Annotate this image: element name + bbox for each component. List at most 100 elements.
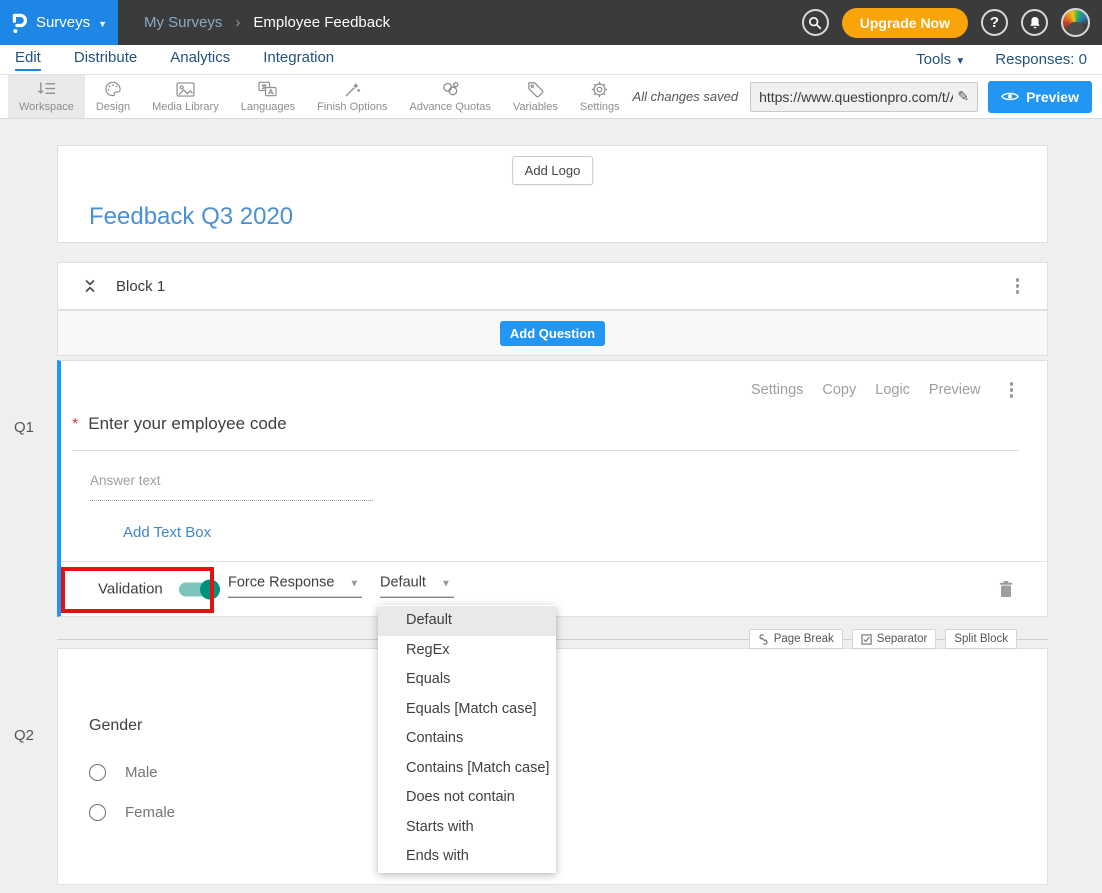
bell-icon <box>1028 16 1042 30</box>
tab-integration[interactable]: Integration <box>263 49 334 71</box>
split-block-label: Split Block <box>954 633 1008 645</box>
survey-url-input[interactable] <box>759 89 953 105</box>
question-text[interactable]: Gender <box>89 717 142 735</box>
workspace-icon <box>37 80 56 98</box>
menu-option-contains[interactable]: Contains <box>378 724 556 754</box>
nav-right-group: Tools ▼ Responses: 0 <box>916 51 1087 68</box>
eye-icon <box>1001 91 1019 102</box>
survey-title-card: Add Logo Feedback Q3 2020 <box>57 145 1048 243</box>
force-response-dropdown[interactable]: Force Response ▼ <box>228 575 362 598</box>
answer-text-field[interactable]: Answer text <box>90 473 373 501</box>
block-menu-kebab-icon[interactable] <box>1012 274 1024 298</box>
tab-edit[interactable]: Edit <box>15 49 41 71</box>
help-button[interactable]: ? <box>981 9 1008 36</box>
radio-option-female[interactable]: Female <box>89 804 175 821</box>
menu-option-does-not-contain[interactable]: Does not contain <box>378 783 556 813</box>
questionpro-logo-icon <box>11 11 28 35</box>
toolbar-item-label: Settings <box>580 101 620 113</box>
responses-count[interactable]: Responses: 0 <box>995 51 1087 68</box>
question-logic-link[interactable]: Logic <box>875 382 910 398</box>
toolbar-item-label: Workspace <box>19 101 74 113</box>
menu-option-equals[interactable]: Equals <box>378 665 556 695</box>
chevron-down-icon: ▼ <box>955 56 965 67</box>
question-settings-link[interactable]: Settings <box>751 382 803 398</box>
editor-toolbar: Workspace Design Media Library <box>0 75 1102 119</box>
toolbar-item-settings[interactable]: Settings <box>569 75 631 118</box>
validation-label: Validation <box>98 581 163 598</box>
toolbar-item-finish-options[interactable]: Finish Options <box>306 75 398 118</box>
block-title[interactable]: Block 1 <box>116 278 165 295</box>
radio-option-label: Female <box>125 804 175 821</box>
toolbar-item-advance-quotas[interactable]: Advance Quotas <box>398 75 501 118</box>
chevron-down-icon: ▼ <box>349 579 359 590</box>
toolbar-item-variables[interactable]: Variables <box>502 75 569 118</box>
search-button[interactable] <box>802 9 829 36</box>
menu-option-contains-match-case[interactable]: Contains [Match case] <box>378 754 556 784</box>
breadcrumb-current-survey: Employee Feedback <box>253 14 390 31</box>
product-menu[interactable]: Surveys ▼ <box>0 0 118 45</box>
notifications-button[interactable] <box>1021 9 1048 36</box>
question-preview-link[interactable]: Preview <box>929 382 981 398</box>
toolbar-item-languages[interactable]: Languages <box>230 75 306 118</box>
menu-option-ends-with[interactable]: Ends with <box>378 842 556 872</box>
add-question-strip: Add Question <box>57 310 1048 356</box>
delete-question-button[interactable] <box>999 581 1013 598</box>
menu-option-equals-match-case[interactable]: Equals [Match case] <box>378 695 556 725</box>
split-block-button[interactable]: Split Block <box>945 629 1017 649</box>
menu-option-starts-with[interactable]: Starts with <box>378 813 556 843</box>
force-response-value: Force Response <box>228 575 334 591</box>
question-mark-icon: ? <box>990 14 999 31</box>
add-logo-button[interactable]: Add Logo <box>512 156 594 185</box>
toolbar-right-group: All changes saved ✎ Preview <box>633 75 1092 118</box>
page-break-label: Page Break <box>774 633 834 645</box>
survey-title[interactable]: Feedback Q3 2020 <box>89 203 293 231</box>
survey-url-box: ✎ <box>750 82 978 112</box>
question-text[interactable]: Enter your employee code <box>88 414 286 434</box>
tab-distribute[interactable]: Distribute <box>74 49 137 71</box>
question-copy-link[interactable]: Copy <box>822 382 856 398</box>
add-text-box-link[interactable]: Add Text Box <box>123 524 211 541</box>
user-avatar[interactable] <box>1061 8 1090 37</box>
breadcrumb-separator-icon: › <box>235 14 240 31</box>
menu-option-regex[interactable]: RegEx <box>378 636 556 666</box>
add-question-button[interactable]: Add Question <box>500 321 605 346</box>
insert-tools-row: Page Break Separator Split Block <box>749 629 1017 649</box>
toolbar-item-media-library[interactable]: Media Library <box>141 75 230 118</box>
finish-options-icon <box>344 80 361 98</box>
toggle-knob <box>200 579 220 599</box>
breadcrumb: My Surveys › Employee Feedback <box>144 14 390 31</box>
search-icon <box>808 16 822 30</box>
section-nav-bar: Edit Distribute Analytics Integration To… <box>0 45 1102 75</box>
toolbar-item-label: Media Library <box>152 101 219 113</box>
separator-checkbox-icon <box>861 634 872 645</box>
collapse-block-icon[interactable] <box>83 278 97 294</box>
menu-option-default[interactable]: Default <box>378 606 556 636</box>
question-card-q1: Settings Copy Logic Preview * Enter your… <box>57 360 1048 617</box>
variables-icon <box>527 80 544 98</box>
media-library-icon <box>176 80 195 98</box>
header-actions: Upgrade Now ? <box>802 8 1090 38</box>
question-menu-kebab-icon[interactable] <box>1006 378 1018 402</box>
save-status-text: All changes saved <box>633 89 739 104</box>
design-icon <box>104 80 122 98</box>
edit-url-pencil-icon[interactable]: ✎ <box>957 88 969 105</box>
validation-type-dropdown[interactable]: Default ▼ <box>380 575 454 598</box>
radio-option-label: Male <box>125 764 158 781</box>
page-break-button[interactable]: Page Break <box>749 629 843 649</box>
upgrade-now-button[interactable]: Upgrade Now <box>842 8 968 38</box>
toolbar-item-workspace[interactable]: Workspace <box>8 75 85 118</box>
chevron-down-icon: ▼ <box>98 19 107 29</box>
toolbar-item-design[interactable]: Design <box>85 75 141 118</box>
trash-icon <box>999 581 1013 598</box>
validation-toggle[interactable] <box>179 582 219 596</box>
breadcrumb-my-surveys[interactable]: My Surveys <box>144 14 222 31</box>
question-title-row: * Enter your employee code <box>72 414 1019 451</box>
tab-analytics[interactable]: Analytics <box>170 49 230 71</box>
page-break-icon <box>758 634 769 645</box>
survey-editor-page: Surveys ▼ My Surveys › Employee Feedback… <box>0 0 1102 893</box>
tools-menu[interactable]: Tools ▼ <box>916 51 965 68</box>
preview-button[interactable]: Preview <box>988 81 1092 113</box>
separator-button[interactable]: Separator <box>852 629 937 649</box>
languages-icon <box>258 80 277 98</box>
radio-option-male[interactable]: Male <box>89 764 158 781</box>
